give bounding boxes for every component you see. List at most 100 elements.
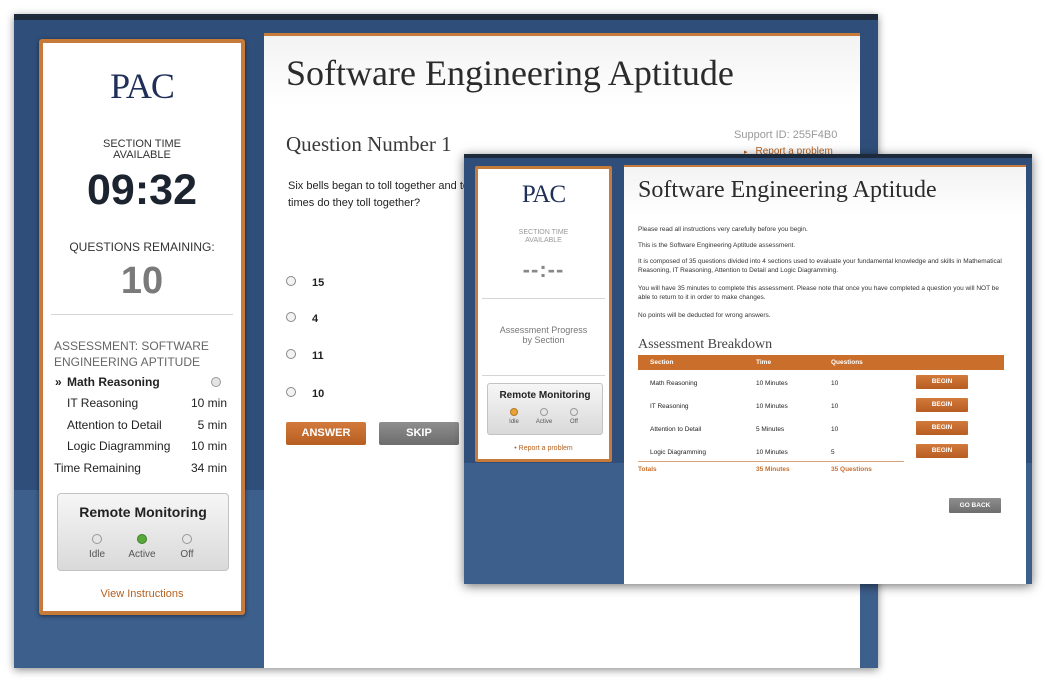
answer-option[interactable]: 11 <box>286 349 386 363</box>
totals-label: Totals <box>638 466 657 473</box>
radio-button[interactable] <box>286 312 296 322</box>
off-status-icon <box>570 408 578 416</box>
assessment-progress-text: Assessment Progress by Section <box>499 325 588 345</box>
section-name: Attention to Detail <box>67 418 162 432</box>
view-instructions-link[interactable]: View Instructions <box>43 588 241 600</box>
begin-button[interactable]: BEGIN <box>916 421 968 435</box>
table-row: IT Reasoning 10 Minutes 10 BEGIN <box>638 396 1004 416</box>
instruction-paragraph: Please read all instructions very carefu… <box>638 226 808 233</box>
section-time: 10 min <box>190 439 227 453</box>
answer-option[interactable]: 10 <box>286 387 386 401</box>
table-row: Math Reasoning 10 Minutes 10 BEGIN <box>638 373 1004 393</box>
answer-option[interactable]: 4 <box>286 312 386 326</box>
section-name: Logic Diagramming <box>67 439 171 453</box>
answer-button[interactable]: ANSWER <box>286 422 366 445</box>
remote-monitoring-title: Remote Monitoring <box>79 504 207 520</box>
section-time: 10 min <box>190 396 227 410</box>
time-remaining-label: Time Remaining <box>54 461 141 475</box>
instructions-content: Software Engineering Aptitude Please rea… <box>624 165 1026 584</box>
idle-label: Idle <box>88 549 106 560</box>
question-title: Question Number 1 <box>286 132 452 156</box>
table-row: Attention to Detail 5 Minutes 10 BEGIN <box>638 419 1004 439</box>
section-cell: IT Reasoning <box>650 403 689 410</box>
table-header: Section Time Questions <box>638 355 1004 370</box>
section-item-it-reasoning: IT Reasoning 10 min <box>55 396 227 412</box>
skip-button[interactable]: SKIP <box>379 422 459 445</box>
column-header: Questions <box>831 359 863 366</box>
questions-remaining-label: QUESTIONS REMAINING: <box>69 240 215 254</box>
instruction-paragraph: No points will be deducted for wrong ans… <box>638 312 771 319</box>
time-cell: 5 Minutes <box>756 426 785 433</box>
sidebar-panel: PAC SECTION TIME AVAILABLE 09:32 QUESTIO… <box>39 39 245 615</box>
answer-option[interactable]: 15 <box>286 276 386 290</box>
go-back-button[interactable]: GO BACK <box>949 498 1001 513</box>
instruction-paragraph: It is composed of 35 questions divided i… <box>638 258 1002 274</box>
instructions-window: PAC SECTION TIME AVAILABLE --:-- Assessm… <box>464 154 1032 584</box>
remote-monitoring-panel: Remote Monitoring Idle Active Off <box>487 383 603 435</box>
instruction-paragraph: This is the Software Engineering Aptitud… <box>638 242 796 249</box>
off-label: Off <box>180 549 194 560</box>
question-text: Six bells began to toll together and to … <box>288 180 470 209</box>
instruction-paragraph: You will have 35 minutes to complete thi… <box>638 285 999 301</box>
divider <box>51 314 233 315</box>
questions-remaining-count: 10 <box>120 260 164 302</box>
totals-divider <box>638 461 904 462</box>
section-time: 5 min <box>197 418 227 432</box>
divider <box>482 298 605 299</box>
option-label: 11 <box>312 350 324 362</box>
time-cell: 10 Minutes <box>756 380 788 387</box>
page-title: Software Engineering Aptitude <box>638 177 937 203</box>
section-name: IT Reasoning <box>67 396 139 410</box>
current-section-marker: » <box>55 375 62 389</box>
option-label: 15 <box>312 277 325 289</box>
section-time-label: SECTION TIME AVAILABLE <box>518 229 569 244</box>
page-title: Software Engineering Aptitude <box>286 53 734 93</box>
begin-button[interactable]: BEGIN <box>916 375 968 389</box>
totals-time: 35 Minutes <box>756 466 790 473</box>
loading-spinner-icon <box>211 377 221 387</box>
radio-button[interactable] <box>286 349 296 359</box>
column-header: Time <box>756 359 772 366</box>
section-cell: Logic Diagramming <box>650 449 706 456</box>
active-status-icon <box>540 408 548 416</box>
questions-cell: 10 <box>831 426 839 433</box>
section-cell: Attention to Detail <box>650 426 702 433</box>
report-problem-label: Report a problem <box>518 445 573 452</box>
table-row: Logic Diagramming 10 Minutes 5 BEGIN <box>638 442 1004 462</box>
begin-button[interactable]: BEGIN <box>916 444 968 458</box>
remote-monitoring-panel: Remote Monitoring Idle Active Off <box>57 493 229 571</box>
assessment-progress-label: Assessment Progress by Section <box>498 325 589 345</box>
section-timer: --:-- <box>522 257 565 282</box>
support-id: Support ID: 255F4B0 <box>734 129 838 141</box>
idle-label: Idle <box>509 419 519 425</box>
section-time-label: SECTION TIME AVAILABLE <box>102 138 182 161</box>
divider <box>482 375 605 376</box>
questions-cell: 5 <box>831 449 835 456</box>
option-label: 10 <box>312 388 325 400</box>
column-header: Section <box>650 359 674 366</box>
time-remaining-row: Time Remaining 34 min <box>54 461 227 477</box>
report-problem-link[interactable]: • Report a problem <box>478 445 609 452</box>
off-label: Off <box>570 419 578 425</box>
totals-questions: 35 Questions <box>831 466 872 473</box>
radio-button[interactable] <box>286 387 296 397</box>
active-status-icon <box>137 534 147 544</box>
radio-button[interactable] <box>286 276 296 286</box>
active-label: Active <box>535 419 553 425</box>
questions-cell: 10 <box>831 403 839 410</box>
time-cell: 10 Minutes <box>756 449 788 456</box>
sidebar-panel: PAC SECTION TIME AVAILABLE --:-- Assessm… <box>475 166 612 462</box>
section-item-logic-diagramming: Logic Diagramming 10 min <box>55 439 227 455</box>
time-cell: 10 Minutes <box>756 403 788 410</box>
section-name: Math Reasoning <box>67 375 160 389</box>
begin-button[interactable]: BEGIN <box>916 398 968 412</box>
idle-status-icon <box>92 534 102 544</box>
pac-logo: PAC <box>521 181 566 208</box>
section-item-math-reasoning: » Math Reasoning <box>55 375 227 391</box>
remote-monitoring-title: Remote Monitoring <box>499 390 591 401</box>
section-timer: 09:32 <box>87 166 197 214</box>
questions-cell: 10 <box>831 380 839 387</box>
idle-status-icon <box>510 408 518 416</box>
section-cell: Math Reasoning <box>650 380 698 387</box>
assessment-name: ASSESSMENT: SOFTWARE ENGINEERING APTITUD… <box>54 339 209 369</box>
